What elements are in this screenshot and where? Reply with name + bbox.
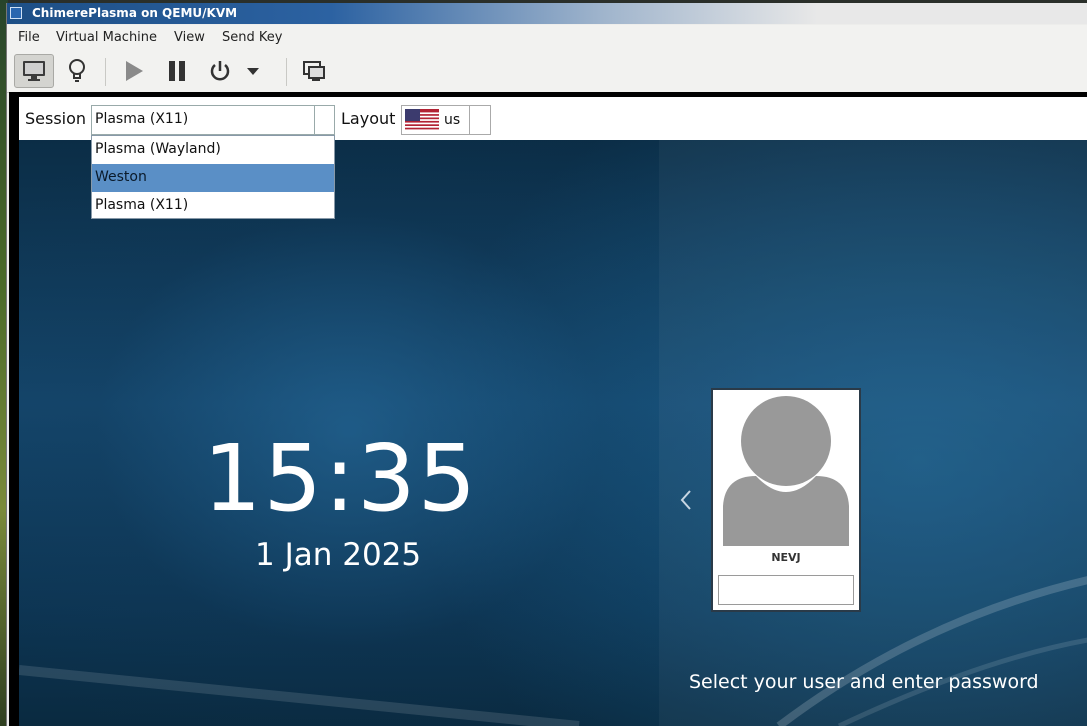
toolbar-separator <box>105 58 106 86</box>
lightbulb-icon <box>69 59 85 82</box>
guest-display[interactable]: Session Plasma (X11) Layout us Plasma (W… <box>9 92 1087 726</box>
layout-dropdown-button[interactable] <box>469 106 490 134</box>
us-flag-icon <box>405 109 439 131</box>
pause-icon <box>169 61 185 81</box>
monitor-icon <box>23 61 45 81</box>
clock-date: 1 Jan 2025 <box>255 537 422 573</box>
menu-virtual-machine[interactable]: Virtual Machine <box>56 30 157 45</box>
clock-time: 15:35 <box>203 425 479 532</box>
layout-label: Layout <box>341 109 396 128</box>
session-label: Session <box>25 109 87 128</box>
user-avatar-icon <box>723 396 849 546</box>
session-option-weston[interactable]: Weston <box>92 164 334 192</box>
wallpaper-swirl <box>19 576 1087 726</box>
login-topbar: Session Plasma (X11) Layout us <box>19 97 1087 140</box>
chevron-left-icon[interactable] <box>677 487 697 513</box>
session-option-plasma-wayland[interactable]: Plasma (Wayland) <box>92 136 334 164</box>
session-value: Plasma (X11) <box>95 111 189 127</box>
username-label: NEVJ <box>771 551 801 564</box>
shutdown-menu-button[interactable] <box>240 54 266 88</box>
shutdown-button[interactable] <box>200 54 240 88</box>
layout-combobox[interactable]: us <box>401 105 491 135</box>
console-button[interactable] <box>14 54 54 88</box>
toolbar-separator <box>286 58 287 86</box>
power-icon <box>210 61 230 81</box>
session-dropdown-list: Plasma (Wayland) Weston Plasma (X11) <box>91 135 335 219</box>
window-icon <box>10 7 22 19</box>
run-button[interactable] <box>114 54 154 88</box>
session-dropdown-button[interactable] <box>314 106 334 134</box>
session-combobox[interactable]: Plasma (X11) <box>91 105 335 135</box>
login-screen: Session Plasma (X11) Layout us Plasma (W… <box>19 97 1087 726</box>
pause-button[interactable] <box>157 54 197 88</box>
password-input[interactable] <box>718 575 854 605</box>
screenshot-icon <box>303 61 325 81</box>
session-option-plasma-x11[interactable]: Plasma (X11) <box>92 192 334 220</box>
details-button[interactable] <box>57 54 97 88</box>
menu-send-key[interactable]: Send Key <box>222 30 282 45</box>
menu-file[interactable]: File <box>18 30 40 45</box>
toolbar <box>7 50 1087 93</box>
user-card[interactable]: NEVJ <box>711 388 861 612</box>
menubar: File Virtual Machine View Send Key <box>7 25 1087 50</box>
window-title: ChimerePlasma on QEMU/KVM <box>32 6 238 20</box>
menu-view[interactable]: View <box>174 30 205 45</box>
fullscreen-button[interactable] <box>294 54 334 88</box>
layout-value: us <box>444 112 461 128</box>
chevron-down-icon <box>247 68 259 75</box>
vm-window: ChimerePlasma on QEMU/KVM File Virtual M… <box>6 3 1087 726</box>
login-instruction: Select your user and enter password <box>689 671 1039 693</box>
play-icon <box>126 61 143 81</box>
window-titlebar[interactable]: ChimerePlasma on QEMU/KVM <box>7 3 1087 24</box>
